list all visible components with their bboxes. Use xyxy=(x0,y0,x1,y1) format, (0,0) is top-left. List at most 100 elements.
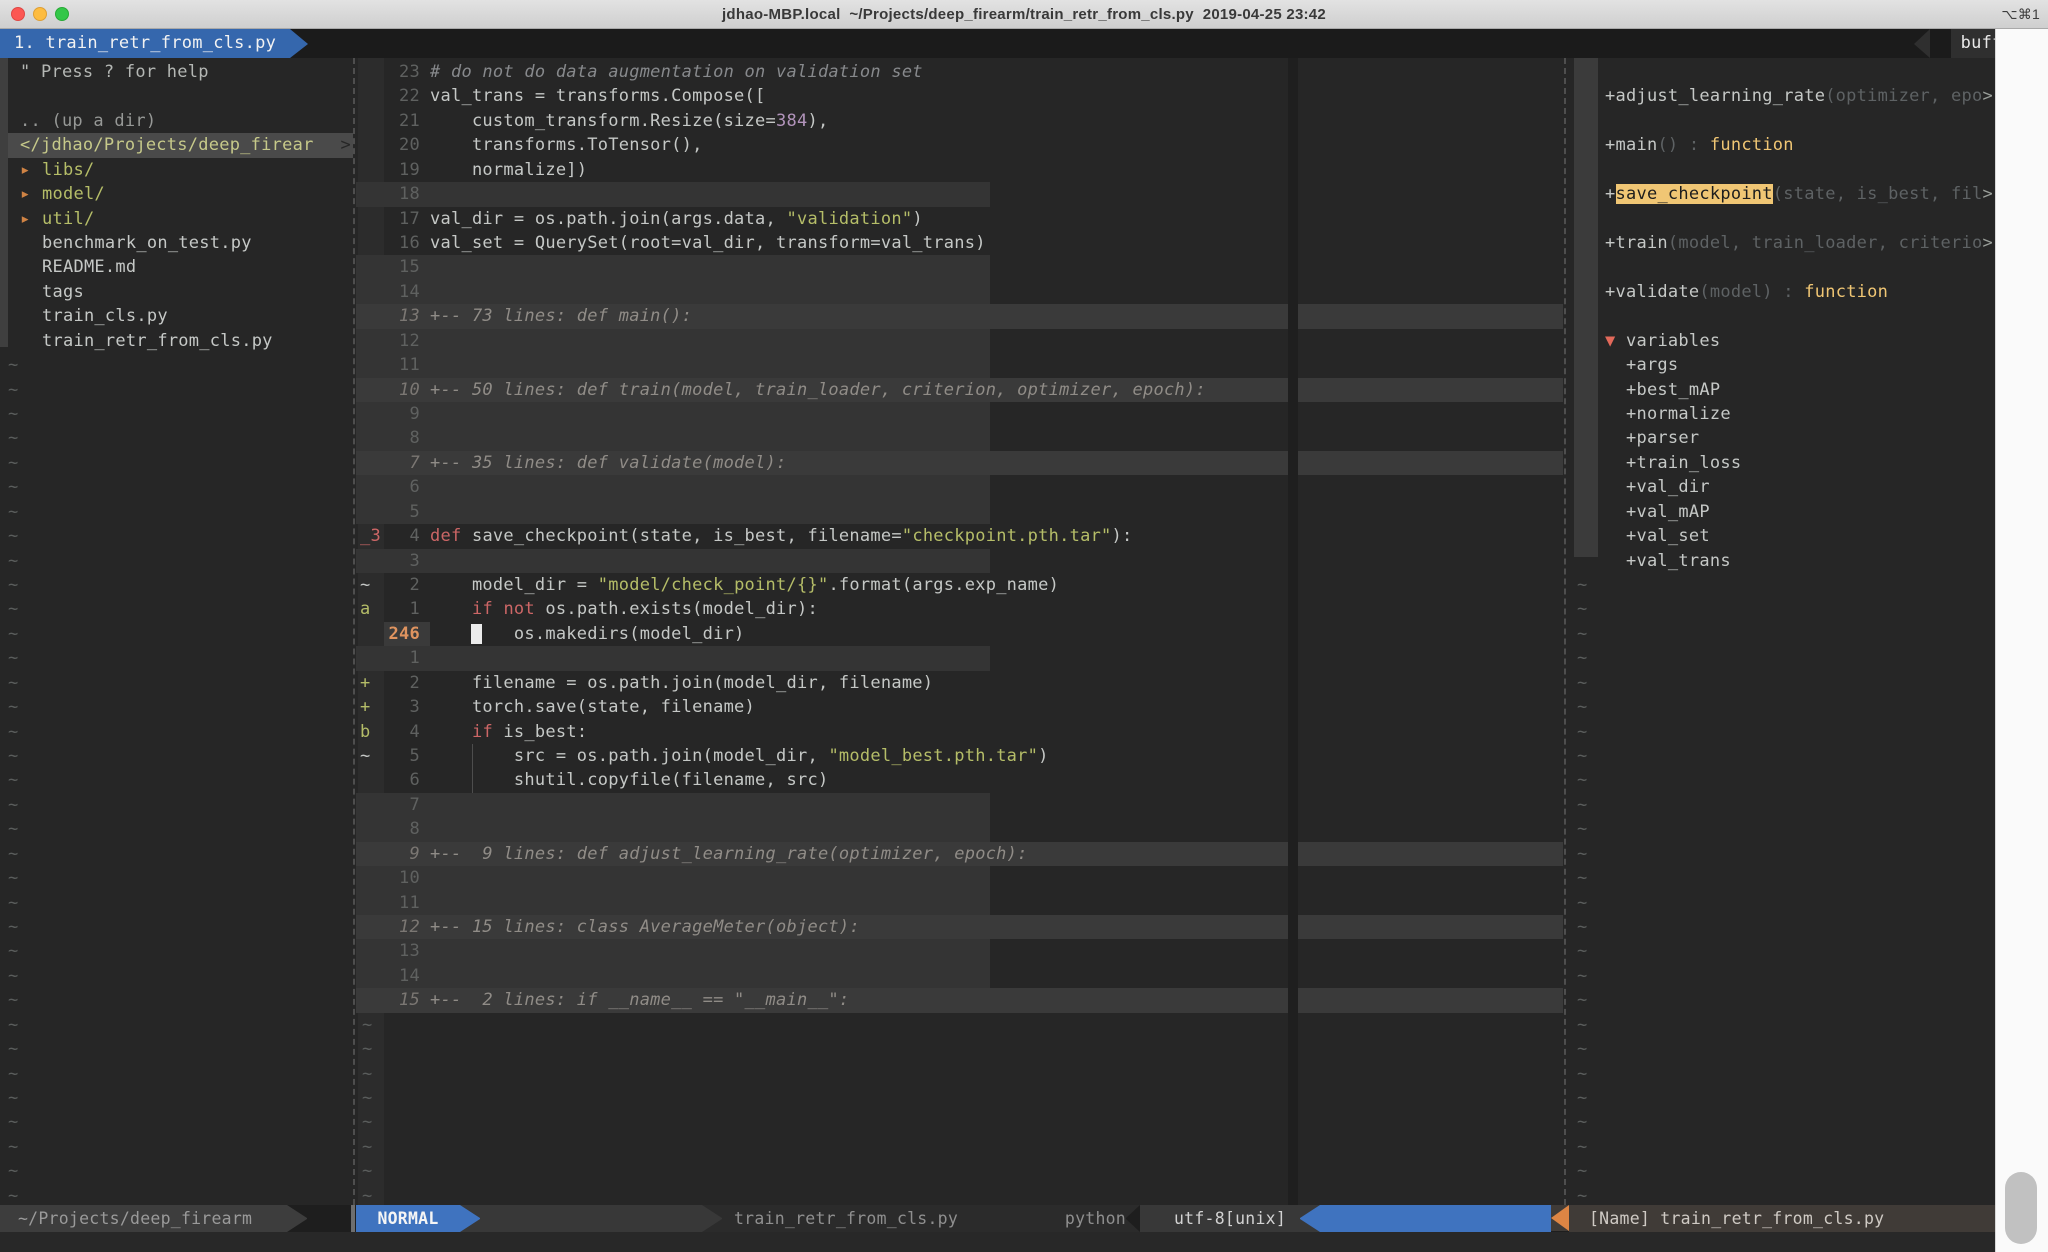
line-number: 14 xyxy=(356,964,420,988)
nerdtree-tilde-line: ~ xyxy=(8,939,19,963)
editor-tilde-line: ~ xyxy=(356,1037,1563,1061)
tagbar-tag[interactable]: +best_mAP xyxy=(1566,378,1993,402)
sign-_3: _3 xyxy=(360,524,381,548)
code-line[interactable]: 246 os.makedirs(model_dir) xyxy=(356,622,1563,646)
tilde-marker: ~ xyxy=(1577,939,1588,963)
folded-code-line[interactable]: 13+-- 73 lines: def main(): xyxy=(356,304,1563,328)
code-line[interactable]: 1 xyxy=(356,646,1563,670)
code-line[interactable]: 16val_set = QuerySet(root=val_dir, trans… xyxy=(356,231,1563,255)
tilde-marker: ~ xyxy=(362,1037,373,1061)
cwd-arrow-separator xyxy=(287,1205,307,1232)
nerdtree-up-a-dir[interactable]: .. (up a dir) xyxy=(0,109,353,133)
code-line[interactable]: 8 xyxy=(356,817,1563,841)
tilde-marker: ~ xyxy=(8,770,19,790)
code-line[interactable]: 2~ model_dir = "model/check_point/{}".fo… xyxy=(356,573,1563,597)
code-line[interactable]: 3+ torch.save(state, filename) xyxy=(356,695,1563,719)
folded-code-line[interactable]: 10+-- 50 lines: def train(model, train_l… xyxy=(356,378,1563,402)
code-line[interactable]: 12 xyxy=(356,329,1563,353)
tagbar-tag[interactable]: +save_checkpoint(state, is_best, fil> xyxy=(1566,182,1993,206)
tilde-marker: ~ xyxy=(8,819,19,839)
tag-label: +val_mAP xyxy=(1605,500,1710,524)
command-line[interactable] xyxy=(0,1232,1995,1252)
tagbar-tag[interactable]: +val_trans xyxy=(1566,549,1993,573)
tagbar-tag[interactable]: +parser xyxy=(1566,426,1993,450)
code-line[interactable]: 4b if is_best: xyxy=(356,720,1563,744)
tagbar-tag[interactable]: +train(model, train_loader, criterio> xyxy=(1566,231,1993,255)
nerdtree-file-tags[interactable]: tags xyxy=(0,280,353,304)
code-line[interactable]: 11 xyxy=(356,353,1563,377)
folded-code-line[interactable]: 15+-- 2 lines: if __name__ == "__main__"… xyxy=(356,988,1563,1012)
code-line[interactable]: 19 normalize]) xyxy=(356,158,1563,182)
editor-tilde-line: ~ xyxy=(356,1159,1563,1183)
code-line[interactable]: 18 xyxy=(356,182,1563,206)
tagbar-blank-line xyxy=(1566,304,1993,328)
code-line[interactable]: 2+ filename = os.path.join(model_dir, fi… xyxy=(356,671,1563,695)
nerdtree-file-train_clspy[interactable]: train_cls.py xyxy=(0,304,353,328)
tagbar-tag[interactable]: +train_loss xyxy=(1566,451,1993,475)
code-line[interactable]: 15 xyxy=(356,255,1563,279)
warning-arrow-separator xyxy=(1551,1205,1569,1231)
tagbar-tag[interactable]: +adjust_learning_rate(optimizer, epo> xyxy=(1566,84,1993,108)
tagbar-tag[interactable]: +val_set xyxy=(1566,524,1993,548)
statusline: ~/Projects/deep_firearm NORMAL +8 ~3 -3 … xyxy=(0,1205,1995,1232)
nerdtree-file-READMEmd[interactable]: README.md xyxy=(0,255,353,279)
code-line[interactable]: 21 custom_transform.Resize(size=384), xyxy=(356,109,1563,133)
nerdtree-tilde-line: ~ xyxy=(8,768,19,792)
tagbar-tag[interactable]: +main() : function xyxy=(1566,133,1993,157)
code-line[interactable]: 5 xyxy=(356,500,1563,524)
code-line[interactable]: 11 xyxy=(356,891,1563,915)
nerdtree-file-train_retr_from_clspy[interactable]: train_retr_from_cls.py xyxy=(0,329,353,353)
code-line[interactable]: 6 shutil.copyfile(filename, src) xyxy=(356,768,1563,792)
code-line[interactable]: 13 xyxy=(356,939,1563,963)
line-number: 10 xyxy=(356,866,420,890)
nerdtree-file-benchmark_on_testpy[interactable]: benchmark_on_test.py xyxy=(0,231,353,255)
code-line[interactable]: 7 xyxy=(356,793,1563,817)
blank-line-highlight xyxy=(356,182,990,206)
tilde-marker: ~ xyxy=(1577,891,1588,915)
nerdtree-tilde-line: ~ xyxy=(8,1062,19,1086)
code-line[interactable]: 14 xyxy=(356,280,1563,304)
tab-train-retr-from-cls[interactable]: 1. train_retr_from_cls.py xyxy=(0,29,290,58)
code-line[interactable]: 22val_trans = transforms.Compose([ xyxy=(356,84,1563,108)
code-line[interactable]: 20 transforms.ToTensor(), xyxy=(356,133,1563,157)
macos-scrollbar-track[interactable] xyxy=(1995,29,2048,1252)
tagbar-tag[interactable]: +args xyxy=(1566,353,1993,377)
code-line[interactable]: 9 xyxy=(356,402,1563,426)
code-line[interactable]: 1a if not os.path.exists(model_dir): xyxy=(356,597,1563,621)
line-number: 15 xyxy=(356,255,420,279)
tag-label: ▼ variables xyxy=(1605,329,1720,353)
window-separator-left[interactable] xyxy=(353,58,355,1205)
tagbar-section-variables[interactable]: ▼ variables xyxy=(1566,329,1993,353)
nerdtree-tilde-line: ~ xyxy=(8,500,19,524)
folded-code-line[interactable]: 12+-- 15 lines: class AverageMeter(objec… xyxy=(356,915,1563,939)
code-line[interactable]: 14 xyxy=(356,964,1563,988)
blank-line-highlight xyxy=(356,891,990,915)
folded-code-line[interactable]: 9+-- 9 lines: def adjust_learning_rate(o… xyxy=(356,842,1563,866)
tilde-marker: ~ xyxy=(1577,915,1588,939)
code-line[interactable]: 23# do not do data augmentation on valid… xyxy=(356,60,1563,84)
code-line[interactable]: 4_3def save_checkpoint(state, is_best, f… xyxy=(356,524,1563,548)
tagbar-tag[interactable]: +validate(model) : function xyxy=(1566,280,1993,304)
code-line[interactable]: 5~ src = os.path.join(model_dir, "model_… xyxy=(356,744,1563,768)
editor-tilde-line: ~ xyxy=(356,1135,1563,1159)
macos-scrollbar-thumb[interactable] xyxy=(2005,1172,2037,1244)
nerdtree-dir-model[interactable]: ▸model/ xyxy=(0,182,353,206)
nerdtree-root-dir[interactable]: </jdhao/Projects/deep_firear> xyxy=(0,133,353,157)
code-line[interactable]: 3 xyxy=(356,549,1563,573)
code-line[interactable]: 8 xyxy=(356,426,1563,450)
code-line[interactable]: 6 xyxy=(356,475,1563,499)
nerdtree-dir-libs[interactable]: ▸libs/ xyxy=(0,158,353,182)
blank-line-highlight xyxy=(356,866,990,890)
folded-code-line[interactable]: 7+-- 35 lines: def validate(model): xyxy=(356,451,1563,475)
code-line[interactable]: 17val_dir = os.path.join(args.data, "val… xyxy=(356,207,1563,231)
blank-line-highlight xyxy=(356,475,990,499)
tagbar-tag[interactable]: +val_dir xyxy=(1566,475,1993,499)
blank-line-highlight xyxy=(356,255,990,279)
tagbar-tag[interactable]: +val_mAP xyxy=(1566,500,1993,524)
tilde-marker: ~ xyxy=(8,453,19,473)
nerdtree-dir-util[interactable]: ▸util/ xyxy=(0,207,353,231)
blank-line-highlight xyxy=(356,646,990,670)
tagbar-tag[interactable]: +normalize xyxy=(1566,402,1993,426)
code-line[interactable]: 10 xyxy=(356,866,1563,890)
tilde-marker: ~ xyxy=(8,502,19,522)
